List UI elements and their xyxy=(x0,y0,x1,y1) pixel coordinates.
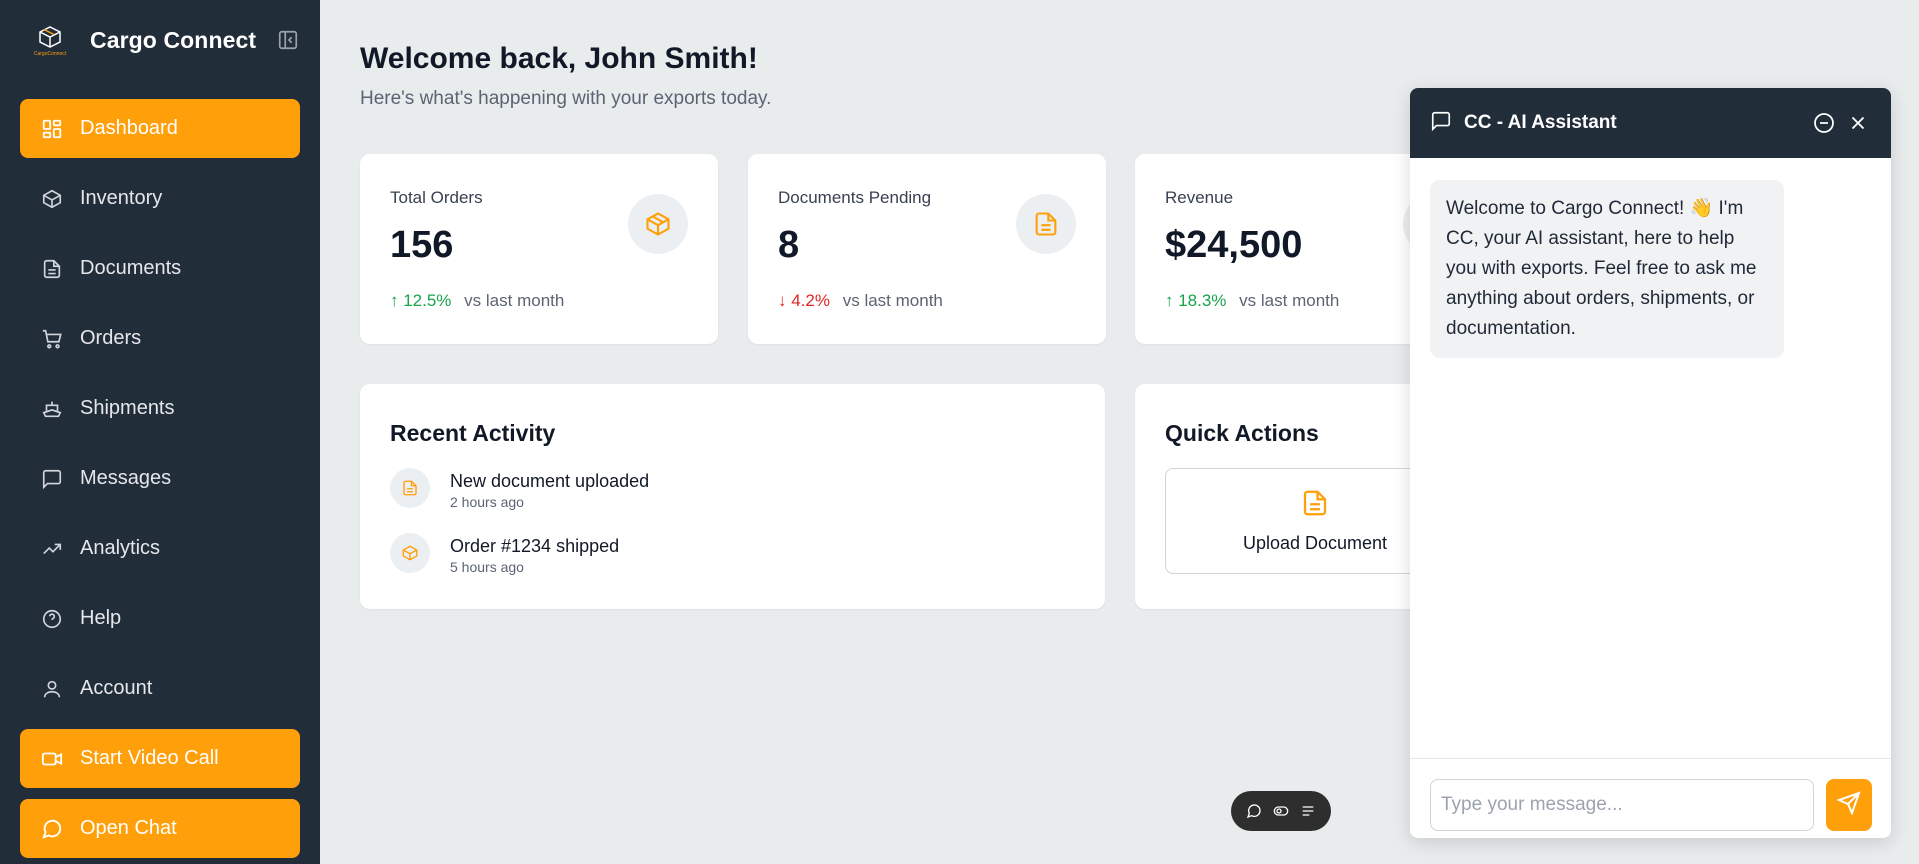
sidebar: CargoConnect Cargo Connect Dashboard Inv… xyxy=(0,0,320,864)
stat-label: Revenue xyxy=(1165,188,1234,207)
list-icon[interactable] xyxy=(1297,800,1319,822)
stat-delta: ↓ 4.2% xyxy=(778,291,830,310)
stat-note: vs last month xyxy=(464,291,565,310)
sidebar-item-label: Help xyxy=(80,607,122,629)
message-square-icon xyxy=(1430,110,1452,137)
sidebar-item-dashboard[interactable]: Dashboard xyxy=(20,99,300,158)
stat-delta: ↑ 18.3% xyxy=(1165,291,1227,310)
comment-icon[interactable] xyxy=(1243,800,1265,822)
box-icon xyxy=(390,533,430,573)
help-circle-icon xyxy=(40,607,64,631)
activity-text: New document uploaded 2 hours ago xyxy=(450,468,649,510)
document-icon xyxy=(390,468,430,508)
sidebar-item-label: Account xyxy=(80,677,153,699)
sidebar-item-account[interactable]: Account xyxy=(20,659,300,718)
start-video-call-button[interactable]: Start Video Call xyxy=(20,729,300,788)
send-button[interactable] xyxy=(1826,779,1872,831)
sidebar-item-inventory[interactable]: Inventory xyxy=(20,169,300,228)
list-item[interactable]: Order #1234 shipped 5 hours ago xyxy=(390,533,1030,598)
assistant-message: Welcome to Cargo Connect! 👋 I'm CC, your… xyxy=(1430,180,1784,358)
activity-title: New document uploaded xyxy=(450,471,650,491)
ship-icon xyxy=(40,397,64,421)
user-icon xyxy=(40,677,64,701)
sidebar-item-orders[interactable]: Orders xyxy=(20,309,300,368)
page-title: Welcome back, John Smith! xyxy=(360,42,758,75)
activity-list: New document uploaded 2 hours ago Order … xyxy=(390,468,1030,598)
sidebar-item-documents[interactable]: Documents xyxy=(20,239,300,298)
video-camera-icon xyxy=(40,747,64,771)
cart-icon xyxy=(40,327,64,351)
list-item[interactable]: New document uploaded 2 hours ago xyxy=(390,468,1030,533)
sidebar-collapse-icon[interactable] xyxy=(276,28,300,52)
stat-card-documents-pending: Documents Pending 8 ↓ 4.2% vs last month xyxy=(748,154,1106,344)
trending-up-icon xyxy=(40,537,64,561)
stat-value: 8 xyxy=(778,224,800,266)
stat-value: $24,500 xyxy=(1165,224,1303,266)
dashboard-icon xyxy=(40,117,64,141)
chat-footer xyxy=(1410,758,1891,838)
chat-title: CC - AI Assistant xyxy=(1464,112,1617,133)
floating-toolbar xyxy=(1231,791,1331,831)
recent-activity-panel: Recent Activity New document uploaded 2 … xyxy=(360,384,1105,609)
sidebar-item-messages[interactable]: Messages xyxy=(20,449,300,508)
chat-bubble-icon xyxy=(40,817,64,841)
page-subtitle: Here's what's happening with your export… xyxy=(360,88,772,109)
open-chat-label: Open Chat xyxy=(80,817,177,839)
chat-message-input[interactable] xyxy=(1430,779,1814,831)
document-icon xyxy=(1300,488,1330,523)
stat-value: 156 xyxy=(390,224,454,266)
stat-change: ↑ 18.3% vs last month xyxy=(1165,291,1339,311)
open-chat-button[interactable]: Open Chat xyxy=(20,799,300,858)
sidebar-item-label: Inventory xyxy=(80,187,163,209)
document-icon xyxy=(1016,194,1076,254)
activity-title: Order #1234 shipped xyxy=(450,536,620,556)
stat-delta: ↑ 12.5% xyxy=(390,291,452,310)
send-icon xyxy=(1836,790,1861,820)
stat-label: Total Orders xyxy=(390,188,483,207)
activity-text: Order #1234 shipped 5 hours ago xyxy=(450,533,619,575)
close-icon[interactable] xyxy=(1845,110,1871,136)
sidebar-item-label: Orders xyxy=(80,327,142,349)
brand: CargoConnect Cargo Connect xyxy=(20,18,300,62)
quick-actions-title: Quick Actions xyxy=(1165,420,1319,446)
sidebar-item-shipments[interactable]: Shipments xyxy=(20,379,300,438)
minimize-icon[interactable] xyxy=(1811,110,1837,136)
sidebar-item-label: Dashboard xyxy=(80,117,178,139)
sidebar-item-analytics[interactable]: Analytics xyxy=(20,519,300,578)
activity-time: 5 hours ago xyxy=(450,559,524,575)
start-video-call-label: Start Video Call xyxy=(80,747,219,769)
cargo-connect-logo: CargoConnect xyxy=(20,18,80,62)
sidebar-nav: Dashboard Inventory Documents Orders Shi… xyxy=(20,99,300,729)
stat-label: Documents Pending xyxy=(778,188,932,207)
toggle-icon[interactable] xyxy=(1270,800,1292,822)
stat-note: vs last month xyxy=(842,291,943,310)
ai-assistant-chat: CC - AI Assistant Welcome to Cargo Conne… xyxy=(1410,88,1891,838)
sidebar-item-label: Documents xyxy=(80,257,182,279)
box-icon xyxy=(628,194,688,254)
sidebar-item-label: Messages xyxy=(80,467,172,489)
document-icon xyxy=(40,257,64,281)
sidebar-item-label: Analytics xyxy=(80,537,161,559)
activity-time: 2 hours ago xyxy=(450,494,524,510)
recent-activity-title: Recent Activity xyxy=(390,420,556,446)
sidebar-item-help[interactable]: Help xyxy=(20,589,300,648)
message-icon xyxy=(40,467,64,491)
chat-header: CC - AI Assistant xyxy=(1410,88,1891,158)
stat-change: ↑ 12.5% vs last month xyxy=(390,291,564,311)
svg-text:CargoConnect: CargoConnect xyxy=(34,51,67,57)
stat-card-total-orders: Total Orders 156 ↑ 12.5% vs last month xyxy=(360,154,718,344)
box-icon xyxy=(40,187,64,211)
upload-document-label: Upload Document xyxy=(1242,533,1388,553)
brand-name: Cargo Connect xyxy=(90,26,257,53)
stat-change: ↓ 4.2% vs last month xyxy=(778,291,943,311)
stat-note: vs last month xyxy=(1239,291,1340,310)
sidebar-item-label: Shipments xyxy=(80,397,175,419)
